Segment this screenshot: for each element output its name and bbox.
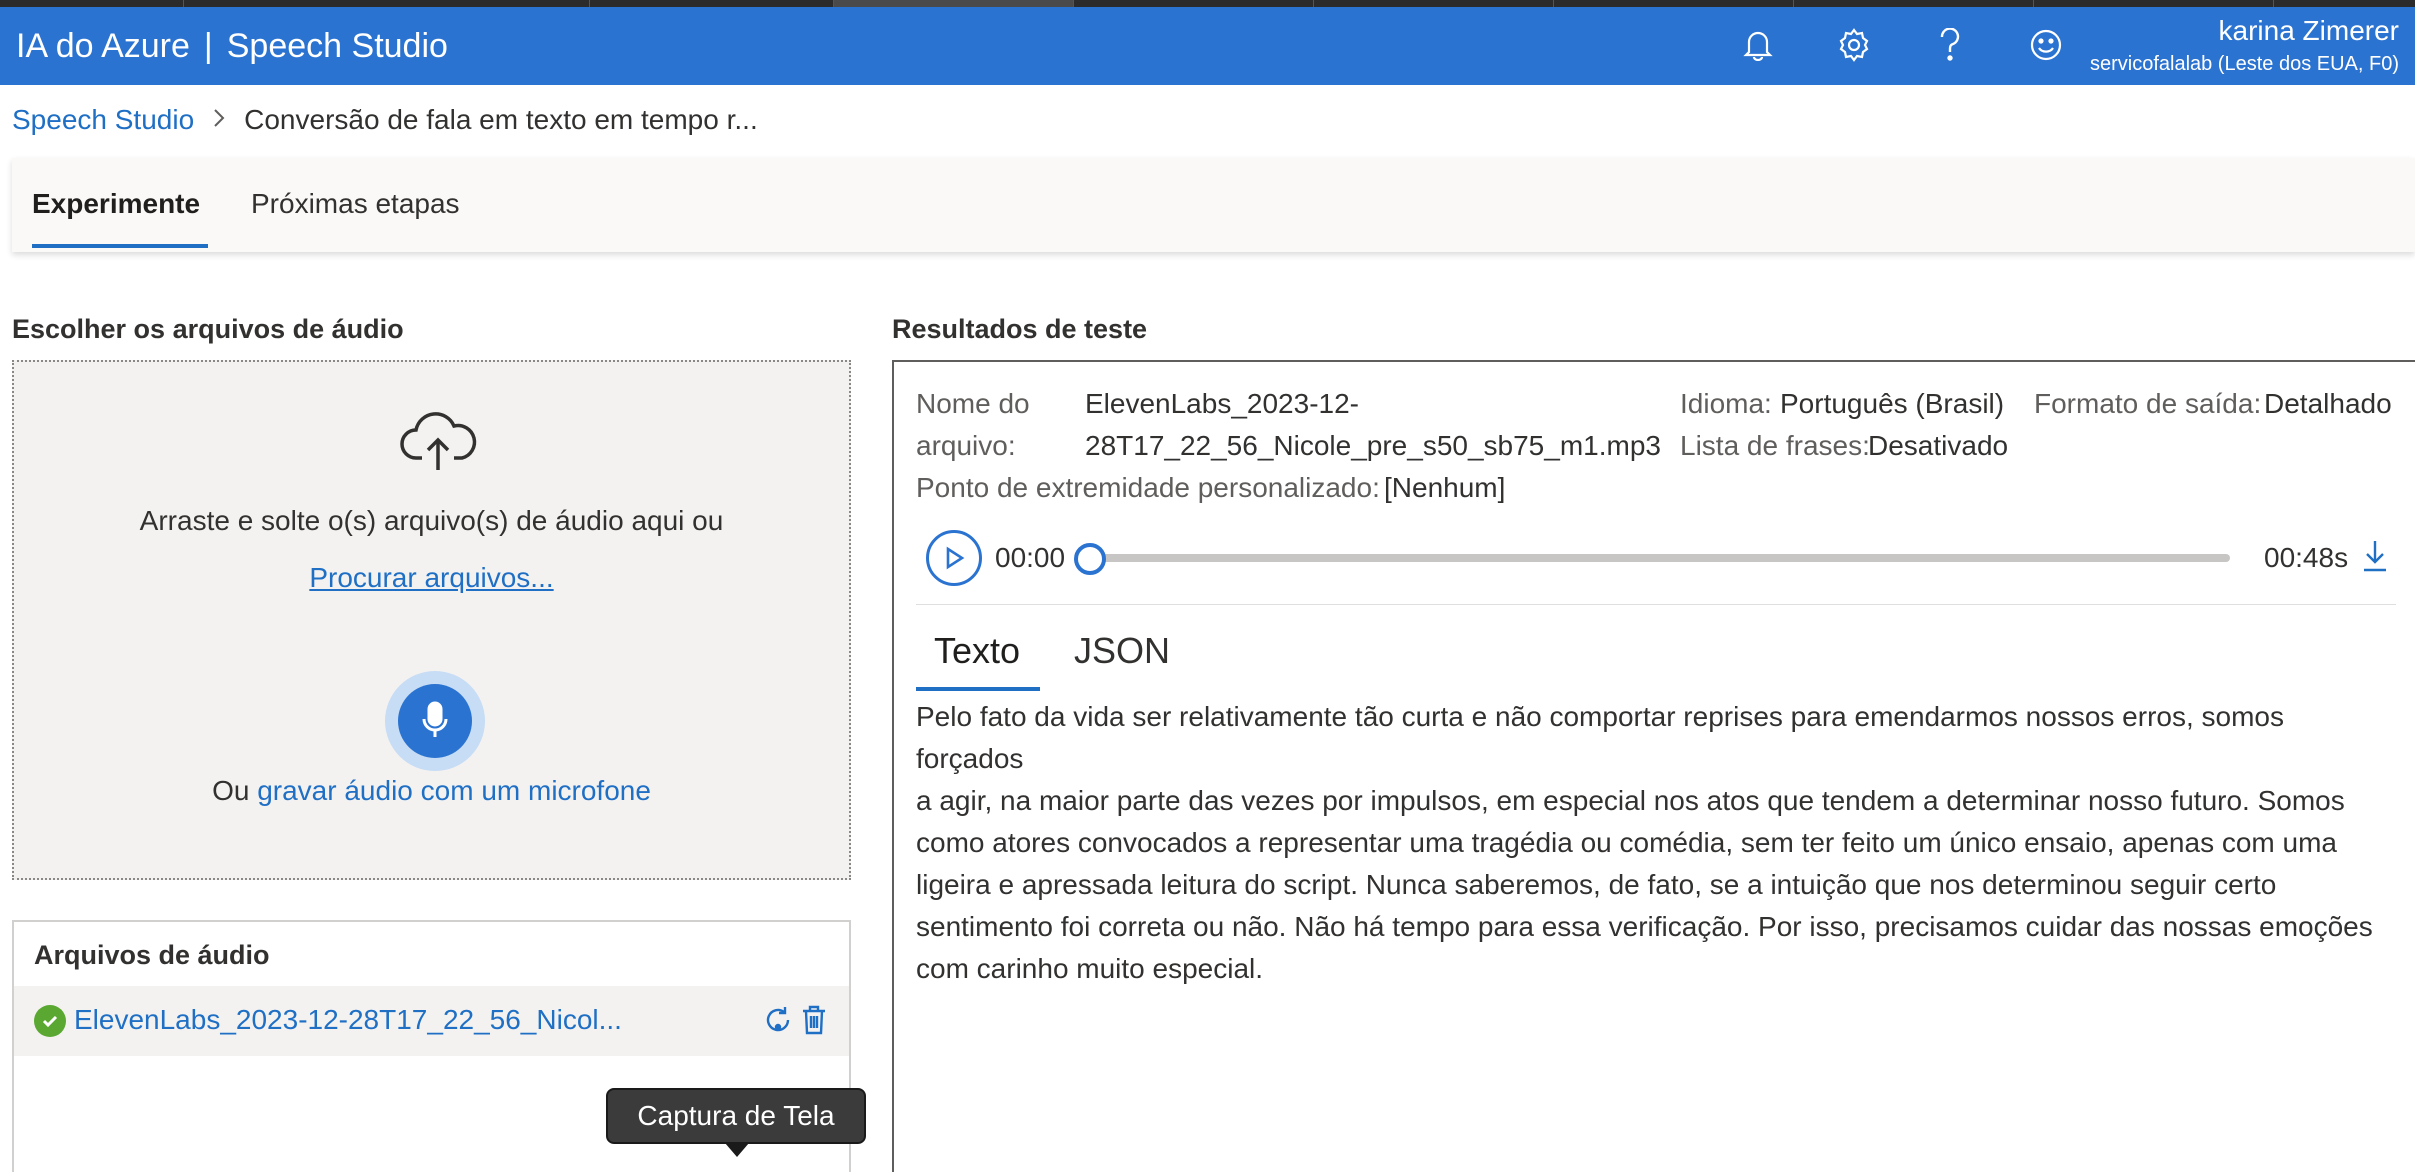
current-time: 00:00 bbox=[995, 542, 1066, 573]
chevron-right-icon bbox=[212, 105, 226, 136]
results-panel: Nome do arquivo: ElevenLabs_2023-12- 28T… bbox=[892, 360, 2415, 1172]
download-icon[interactable] bbox=[2360, 538, 2390, 574]
audio-seek-thumb[interactable] bbox=[1074, 543, 1106, 575]
browse-files-link[interactable]: Procurar arquivos... bbox=[309, 562, 553, 593]
breadcrumb-root-link[interactable]: Speech Studio bbox=[12, 104, 194, 136]
app-name[interactable]: Speech Studio bbox=[227, 27, 448, 66]
play-icon bbox=[946, 546, 965, 570]
upload-section-title: Escolher os arquivos de áudio bbox=[12, 314, 404, 344]
breadcrumb: Speech Studio Conversão de fala em texto… bbox=[12, 104, 758, 136]
list-item[interactable]: ElevenLabs_2023-12-28T17_22_56_Nicol... bbox=[14, 986, 849, 1056]
custom-endpoint-value: [Nenhum] bbox=[1384, 472, 1506, 503]
transcript-line: com carinho muito especial. bbox=[916, 953, 1264, 984]
file-name-label-line1: Nome do bbox=[916, 388, 1030, 419]
language-label: Idioma: bbox=[1680, 388, 1772, 419]
active-result-tab-indicator bbox=[916, 687, 1040, 691]
file-dropzone[interactable]: Arraste e solte o(s) arquivo(s) de áudio… bbox=[12, 360, 851, 880]
product-name[interactable]: IA do Azure bbox=[16, 27, 190, 66]
drag-drop-text: Arraste e solte o(s) arquivo(s) de áudio… bbox=[139, 505, 724, 536]
browser-tab-strip bbox=[0, 0, 2415, 7]
transcript-line: ligeira e apressada leitura do script. N… bbox=[916, 869, 2277, 900]
transcript-text: Pelo fato da vida ser relativamente tão … bbox=[916, 696, 2396, 990]
trash-icon[interactable] bbox=[796, 1002, 832, 1038]
language-value: Português (Brasil) bbox=[1780, 388, 2005, 419]
main-tabs: Experimente Próximas etapas bbox=[12, 158, 2415, 252]
player-divider bbox=[916, 604, 2396, 605]
tab-experimente[interactable]: Experimente bbox=[32, 188, 200, 220]
checkmark-circle-icon bbox=[34, 1005, 66, 1037]
user-account[interactable]: karina Zimerer servicofalalab (Leste dos… bbox=[2090, 15, 2399, 76]
active-tab-indicator bbox=[32, 244, 208, 248]
tab-texto[interactable]: Texto bbox=[934, 630, 1020, 672]
brand-separator: | bbox=[203, 27, 213, 65]
record-audio-text: Ou gravar áudio com um microfone bbox=[14, 775, 849, 807]
duration-time: 00:48s bbox=[2264, 542, 2349, 573]
output-format-value: Detalhado bbox=[2264, 388, 2392, 419]
phrase-list-label: Lista de frases: bbox=[1680, 430, 1870, 461]
transcript-line: sentimento foi correta ou não. Não há te… bbox=[916, 911, 2373, 942]
audio-file-name[interactable]: ElevenLabs_2023-12-28T17_22_56_Nicol... bbox=[74, 1004, 622, 1036]
user-name: karina Zimerer bbox=[2218, 15, 2399, 46]
audio-seek-track[interactable] bbox=[1090, 554, 2230, 562]
phrase-list-value: Desativado bbox=[1868, 430, 2009, 461]
microphone-icon bbox=[398, 684, 472, 758]
tab-json[interactable]: JSON bbox=[1074, 630, 1170, 672]
brand: IA do Azure | Speech Studio bbox=[16, 27, 448, 66]
file-name-value-line1: ElevenLabs_2023-12- bbox=[1085, 388, 1359, 419]
smiley-icon[interactable] bbox=[2026, 25, 2066, 65]
transcript-line: a agir, na maior parte das vezes por imp… bbox=[916, 785, 2345, 816]
bell-icon[interactable] bbox=[1738, 25, 1778, 65]
record-mic-button[interactable] bbox=[385, 671, 485, 771]
screenshot-tooltip: Captura de Tela bbox=[606, 1088, 866, 1144]
gear-icon[interactable] bbox=[1834, 25, 1874, 65]
user-subscription: servicofalalab (Leste dos EUA, F0) bbox=[2089, 53, 2399, 75]
breadcrumb-current: Conversão de fala em texto em tempo r... bbox=[244, 104, 758, 135]
refresh-icon[interactable] bbox=[760, 1002, 796, 1038]
tab-proximas-etapas[interactable]: Próximas etapas bbox=[251, 188, 460, 220]
transcript-line: como atores convocados a representar uma… bbox=[916, 827, 2337, 858]
tooltip-tail bbox=[725, 1143, 749, 1157]
custom-endpoint-label: Ponto de extremidade personalizado: bbox=[916, 472, 1380, 503]
output-format-label: Formato de saída: bbox=[2034, 388, 2262, 419]
top-header: IA do Azure | Speech Studio karina Zimer… bbox=[0, 7, 2415, 85]
file-name-label-line2: arquivo: bbox=[916, 430, 1016, 461]
record-prefix: Ou bbox=[212, 775, 250, 806]
audio-files-title: Arquivos de áudio bbox=[34, 940, 270, 970]
play-button[interactable] bbox=[926, 530, 982, 586]
help-icon[interactable] bbox=[1930, 25, 1970, 65]
record-audio-link[interactable]: gravar áudio com um microfone bbox=[257, 775, 651, 806]
browse-files-wrapper: Procurar arquivos... bbox=[14, 562, 849, 594]
transcript-line: Pelo fato da vida ser relativamente tão … bbox=[916, 701, 2284, 774]
results-section-title: Resultados de teste bbox=[892, 314, 1148, 344]
cloud-upload-icon bbox=[398, 410, 478, 474]
file-name-value-line2: 28T17_22_56_Nicole_pre_s50_sb75_m1.mp3 bbox=[1085, 430, 1661, 461]
